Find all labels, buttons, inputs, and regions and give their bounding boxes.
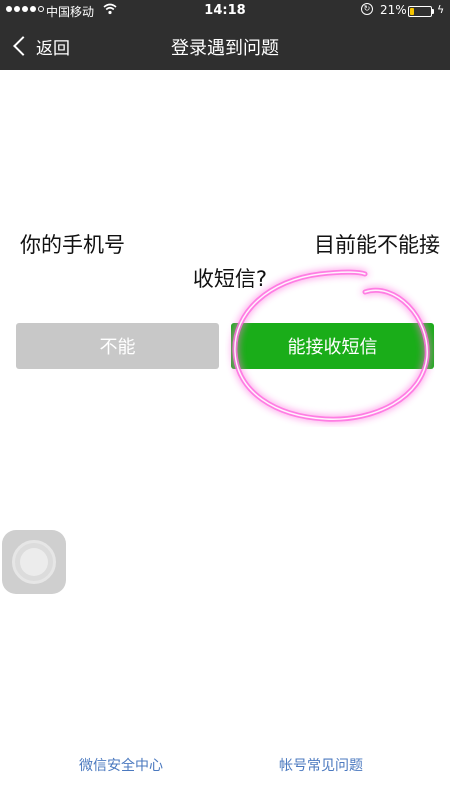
rotation-lock-icon: ↻	[361, 3, 373, 15]
screen: 中国移动 14:18 ↻ 21% ϟ 返回 登录遇到问题 你的手机号 目前能不能…	[0, 0, 450, 800]
question-part-left: 你的手机号	[20, 233, 125, 257]
question-line-2: 收短信?	[192, 267, 268, 291]
question-text: 你的手机号 目前能不能接 收短信?	[20, 228, 440, 296]
status-bar: 中国移动 14:18 ↻ 21% ϟ	[0, 0, 450, 22]
battery-level-fill	[410, 8, 415, 15]
wechat-security-center-link[interactable]: 微信安全中心	[79, 755, 163, 775]
cannot-receive-sms-button[interactable]: 不能	[16, 323, 219, 369]
top-bar: 中国移动 14:18 ↻ 21% ϟ 返回 登录遇到问题	[0, 0, 450, 70]
account-faq-link[interactable]: 帐号常见问题	[279, 755, 363, 775]
footer-links: 微信安全中心 帐号常见问题	[0, 755, 450, 779]
battery-icon	[408, 6, 432, 17]
battery-tip	[432, 9, 434, 14]
assistive-touch-core	[20, 548, 48, 576]
assistive-touch-button[interactable]	[2, 530, 66, 594]
page-title: 登录遇到问题	[171, 38, 279, 59]
question-part-right: 目前能不能接	[314, 233, 440, 257]
question-line-1: 你的手机号 目前能不能接	[20, 228, 440, 262]
charging-bolt-icon: ϟ	[437, 3, 445, 16]
can-receive-sms-button[interactable]: 能接收短信	[231, 323, 434, 369]
navigation-bar: 返回 登录遇到问题	[0, 22, 450, 70]
battery-percent: 21%	[380, 3, 407, 17]
